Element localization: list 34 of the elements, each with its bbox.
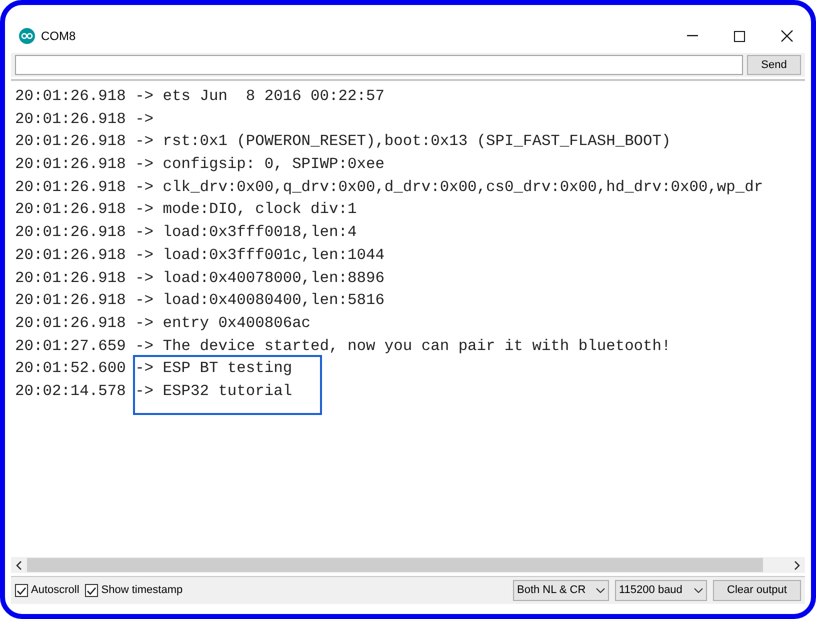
clear-output-button[interactable]: Clear output	[713, 580, 801, 601]
checkbox-label: Autoscroll	[31, 583, 80, 598]
scroll-left-icon[interactable]	[16, 560, 22, 570]
horizontal-scrollbar[interactable]	[11, 557, 805, 573]
window-title: COM8	[41, 28, 76, 45]
output-line: 20:01:26.918 -> load:0x40078000,len:8896	[15, 268, 386, 288]
output-line: 20:01:26.918 -> configsip: 0, SPIWP:0xee	[15, 154, 386, 176]
checkbox-label: Show timestamp	[101, 583, 183, 598]
output-line: 20:01:26.918 -> entry 0x400806ac	[15, 312, 312, 334]
output-line: 20:01:26.918 -> mode:DIO, clock div:1	[15, 199, 358, 220]
maximize-icon[interactable]	[734, 30, 745, 42]
minimize-icon[interactable]	[687, 35, 698, 37]
baud-rate-dropdown[interactable]: 115200 baud	[615, 580, 707, 601]
caret-icon	[596, 588, 605, 593]
output-line: 20:01:52.600 -> ESP BT testing	[15, 358, 294, 380]
checkbox[interactable]	[85, 584, 98, 597]
line-ending-dropdown[interactable]: Both NL & CR	[513, 580, 609, 601]
output-line: 20:01:26.918 -> ets Jun 8 2016 00:22:57	[15, 86, 386, 107]
output-line: 20:01:26.918 ->	[15, 108, 155, 130]
app-logo-icon	[19, 28, 35, 44]
output-line: 20:01:26.918 -> load:0x3fff0018,len:4	[15, 222, 358, 244]
checkbox[interactable]	[15, 584, 28, 597]
scrollbar-thumb[interactable]	[27, 558, 763, 572]
output-line: 20:01:26.918 -> rst:0x1 (POWERON_RESET),boot:0x13 (SPI_FAST_FLASH_BOOT)	[15, 131, 672, 152]
output-line: 20:01:26.918 -> clk_drv:0x00,q_drv:0x00,d_drv:0x00,cs0_drv:0x00,hd_drv:0x00,wp_dr	[15, 176, 764, 198]
caret-icon	[694, 588, 703, 593]
scroll-right-icon[interactable]	[794, 560, 800, 570]
output-line: 20:01:26.918 -> load:0x3fff001c,len:1044	[15, 244, 386, 266]
input-field[interactable]	[15, 55, 743, 75]
output-line: 20:02:14.578 -> ESP32 tutorial	[15, 380, 294, 402]
send-button[interactable]: Send	[747, 55, 801, 75]
output-line: 20:01:27.659 -> The device started, now you can pair it with bluetooth!	[15, 336, 672, 357]
close-icon[interactable]	[781, 30, 793, 42]
output-line: 20:01:26.918 -> load:0x40080400,len:5816	[15, 290, 386, 312]
